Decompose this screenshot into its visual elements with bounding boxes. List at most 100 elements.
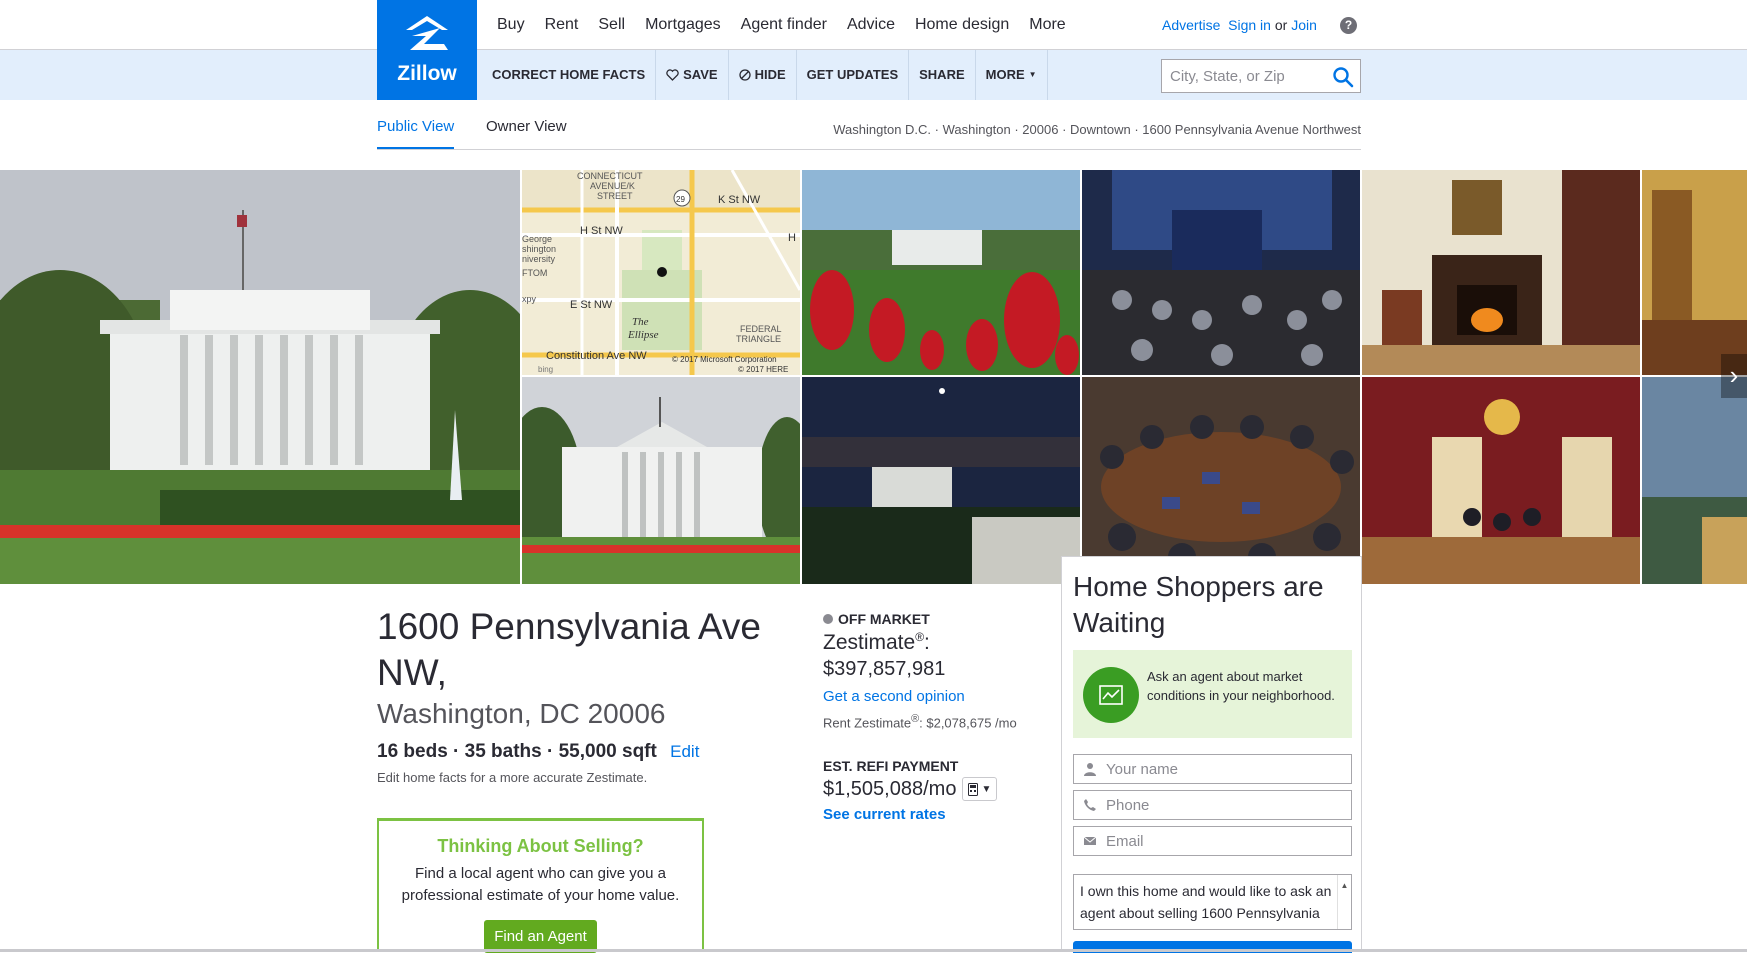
svg-text:Constitution Ave NW: Constitution Ave NW [546,350,647,362]
photo-main[interactable] [0,170,520,584]
ask-agent-text: Ask an agent about market conditions in … [1147,669,1335,703]
rent-reg: ® [911,713,920,725]
address-line1: 1600 Pennsylvania Ave NW, [377,606,762,693]
rent-zestimate: Rent Zestimate®: $2,078,675 /mo [823,709,1023,733]
phone-icon [1084,799,1096,811]
view-tabs: Public View Owner View Washington D.C. ·… [377,118,1361,150]
zestimate-label[interactable]: Zestimate®: [823,630,1023,655]
press-room-photo [1082,170,1360,375]
calculator-icon [968,782,979,796]
photo-red-room[interactable] [1362,377,1640,584]
svg-text:29: 29 [676,195,685,204]
rent-label[interactable]: Rent Zestimate [823,715,911,730]
join-link[interactable]: Join [1291,17,1317,33]
more-label: MORE [985,67,1025,82]
location-map: CONNECTICUT AVENUE/K STREET 29 K St NW H… [522,170,800,375]
svg-text:Ellipse: Ellipse [627,329,659,341]
phone-input[interactable] [1106,791,1346,819]
zestimate-panel: OFF MARKET Zestimate®: $397,857,981 Get … [823,611,1023,823]
nav-home-design[interactable]: Home design [915,16,1009,34]
zillow-logo-icon [406,16,448,50]
search-icon[interactable] [1332,66,1354,88]
svg-text:K St NW: K St NW [718,194,761,206]
photo-mural-room[interactable] [1642,377,1747,584]
nav-rent[interactable]: Rent [545,16,579,34]
photo-north-portico[interactable] [522,377,800,584]
photo-tulips[interactable] [802,170,1080,375]
photo-cabinet-room[interactable] [1082,377,1360,584]
nav-agent-finder[interactable]: Agent finder [741,16,827,34]
svg-text:E St NW: E St NW [570,299,613,311]
correct-label: CORRECT HOME FACTS [492,67,646,82]
nav-buy[interactable]: Buy [497,16,525,34]
contact-heading: Home Shoppers are Waiting [1073,571,1324,638]
photo-yellow-room[interactable] [1642,170,1747,375]
refi-value: $1,505,088/mo [823,777,957,800]
heart-icon [666,69,679,81]
current-rates-link[interactable]: See current rates [823,806,1023,823]
svg-text:xpy: xpy [522,294,537,304]
photo-press-room[interactable] [1082,170,1360,375]
sign-in-link[interactable]: Sign in [1228,17,1271,33]
or-text: or [1274,17,1288,33]
user-links: Advertise Sign in or Join [1162,17,1317,33]
person-icon [1084,763,1096,776]
name-input[interactable] [1106,755,1346,783]
get-updates-button[interactable]: GET UPDATES [797,50,910,100]
svg-text:STREET: STREET [597,191,633,201]
nav-sell[interactable]: Sell [598,16,625,34]
zillow-logo[interactable]: Zillow [377,0,477,100]
photo-gallery: CONNECTICUT AVENUE/K STREET 29 K St NW H… [0,170,1747,584]
svg-text:George: George [522,234,552,244]
envelope-icon [1083,836,1097,845]
hide-icon [738,69,751,81]
svg-text:AVENUE/K: AVENUE/K [590,181,635,191]
status-dot-icon [823,614,833,624]
address-line2: Washington, DC 20006 [377,698,666,729]
mural-room-photo [1642,377,1747,584]
nav-advice[interactable]: Advice [847,16,895,34]
search-box [1161,59,1361,93]
svg-text:FEDERAL: FEDERAL [740,324,782,334]
next-photo-arrow[interactable]: › [1721,354,1747,398]
textarea-scrollbar[interactable]: ▲▼ [1337,875,1351,929]
svg-text:© 2017 Microsoft Corporation: © 2017 Microsoft Corporation [672,355,777,364]
main-nav: Buy Rent Sell Mortgages Agent finder Adv… [497,16,1086,34]
help-icon[interactable]: ? [1340,17,1357,34]
svg-text:shington: shington [522,244,556,254]
hide-button[interactable]: HIDE [729,50,797,100]
email-input[interactable] [1106,827,1346,855]
tab-owner-view[interactable]: Owner View [486,118,567,149]
cabinet-room-photo [1082,377,1360,584]
more-actions-button[interactable]: MORE ▼ [976,50,1048,100]
share-button[interactable]: SHARE [909,50,976,100]
message-text: I own this home and would like to ask an… [1080,883,1332,929]
photo-fireplace-room[interactable] [1362,170,1640,375]
message-textarea[interactable]: I own this home and would like to ask an… [1073,874,1352,930]
correct-home-facts-button[interactable]: CORRECT HOME FACTS [482,50,657,100]
search-input[interactable] [1162,60,1322,92]
tab-public-view[interactable]: Public View [377,118,455,149]
hide-label: HIDE [754,67,786,82]
photo-night[interactable] [802,377,1080,584]
status-text: OFF MARKET [838,611,930,627]
phone-field [1073,790,1352,820]
second-opinion-link[interactable]: Get a second opinion [823,688,1023,705]
nav-mortgages[interactable]: Mortgages [645,16,721,34]
breadcrumb: Washington D.C. · Washington · 20006 · D… [833,122,1361,137]
edit-facts-link[interactable]: Edit [670,742,699,761]
email-field [1073,826,1352,856]
nav-more[interactable]: More [1029,16,1065,34]
save-button[interactable]: SAVE [656,50,729,100]
white-house-photo [0,170,520,584]
night-photo [802,377,1080,584]
fireplace-photo [1362,170,1640,375]
svg-text:FTOM: FTOM [522,268,547,278]
refi-payment: $1,505,088/mo ▼ [823,777,1023,802]
selling-desc: Find a local agent who can give you a pr… [401,865,680,904]
advertise-link[interactable]: Advertise [1162,17,1220,33]
photo-map[interactable]: CONNECTICUT AVENUE/K STREET 29 K St NW H… [522,170,800,375]
zestimate-colon: : [924,631,930,654]
svg-text:© 2017 HERE: © 2017 HERE [738,365,788,374]
calculator-dropdown[interactable]: ▼ [962,777,998,802]
